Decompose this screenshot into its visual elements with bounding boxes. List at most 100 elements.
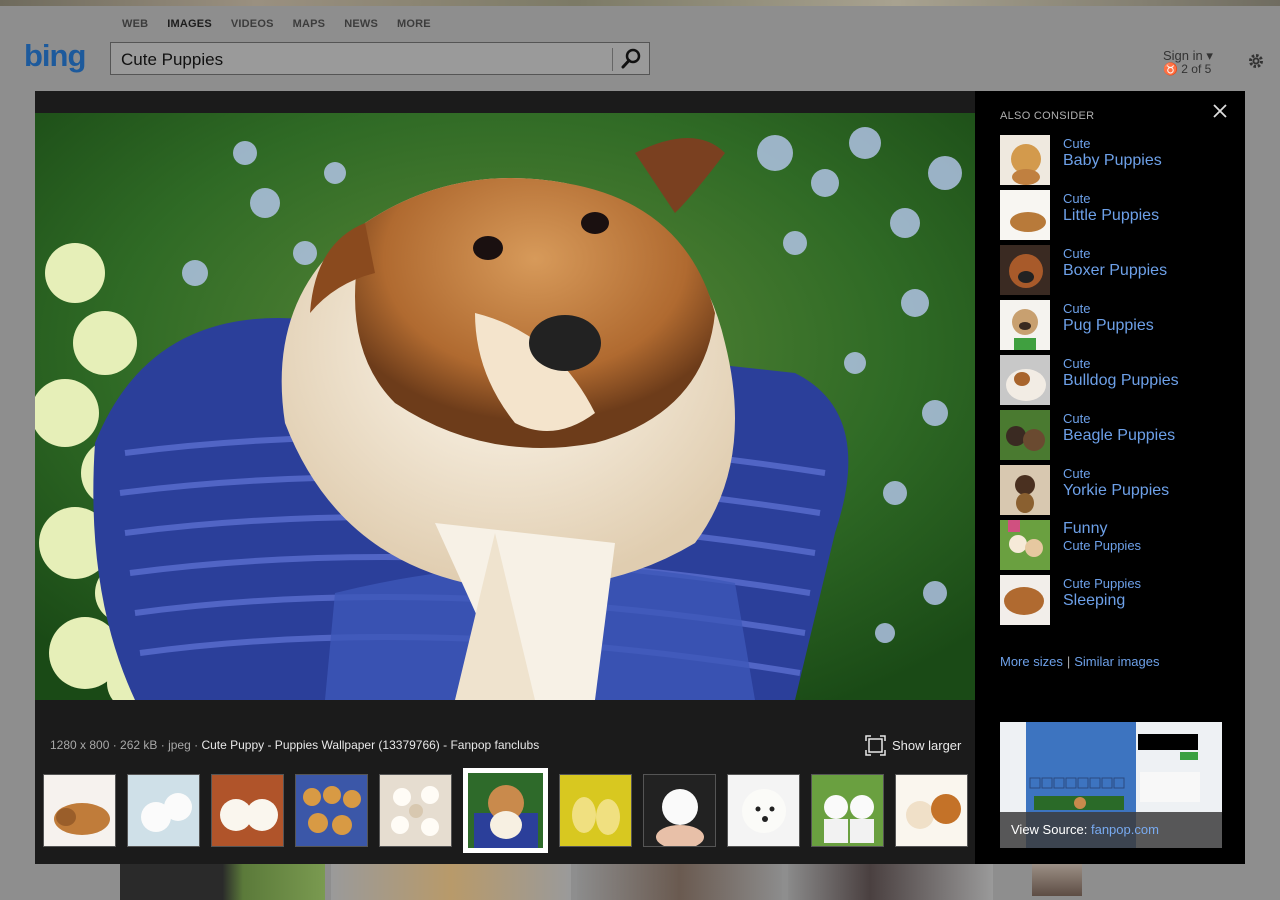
suggestion-image [1000, 355, 1050, 405]
search-icon [621, 48, 641, 68]
view-source-label: View Source: [1011, 822, 1088, 837]
suggestion-image [1000, 190, 1050, 240]
suggestion-text: Cute Baby Puppies [1063, 136, 1162, 169]
suggestion-item[interactable]: Cute Pug Puppies [1000, 300, 1179, 355]
suggestion-item[interactable]: Cute Puppies Sleeping [1000, 575, 1179, 630]
main-image[interactable] [35, 113, 975, 700]
view-source-caption: View Source: fanpop.com [1000, 812, 1222, 848]
puppy-photo [35, 113, 975, 700]
thumbnail-image [296, 775, 367, 846]
more-sizes-link[interactable]: More sizes [1000, 654, 1063, 669]
source-preview[interactable]: View Source: fanpop.com [1000, 722, 1222, 848]
source-domain-link[interactable]: fanpop.com [1091, 822, 1159, 837]
image-viewer: 1280 x 800 · 262 kB · jpeg · Cute Puppy … [35, 91, 975, 864]
expand-icon [865, 735, 886, 756]
bg-result-image[interactable] [331, 862, 571, 900]
thumbnail[interactable] [127, 774, 200, 847]
links-separator: | [1066, 654, 1071, 669]
settings-button[interactable] [1247, 52, 1265, 75]
nav-videos[interactable]: VIDEOS [231, 18, 274, 30]
thumbnail-image [644, 775, 715, 846]
suggestion-item[interactable]: Cute Beagle Puppies [1000, 410, 1179, 465]
thumbnail-image [728, 775, 799, 846]
suggestion-text: Cute Bulldog Puppies [1063, 356, 1179, 389]
suggestion-thumbnail [1000, 190, 1050, 240]
suggestion-thumbnail [1000, 465, 1050, 515]
suggestion-item[interactable]: Cute Little Puppies [1000, 190, 1179, 245]
image-detail-overlay: 1280 x 800 · 262 kB · jpeg · Cute Puppy … [35, 91, 1245, 864]
bg-result-image[interactable] [1032, 862, 1082, 896]
background-results [120, 862, 993, 900]
nav-more[interactable]: MORE [397, 18, 431, 30]
search-button[interactable] [613, 43, 649, 74]
thumbnail-image [380, 775, 451, 846]
bg-result-image[interactable] [788, 862, 993, 900]
bg-result-image[interactable] [577, 862, 782, 900]
suggestion-item[interactable]: Cute Yorkie Puppies [1000, 465, 1179, 520]
suggestion-text: Cute Yorkie Puppies [1063, 466, 1170, 499]
image-info: 1280 x 800 · 262 kB · jpeg · Cute Puppy … [50, 738, 539, 752]
thumbnail[interactable] [295, 774, 368, 847]
suggestion-thumbnail [1000, 355, 1050, 405]
nav-web[interactable]: WEB [122, 18, 148, 30]
thumbnail-image [468, 773, 543, 848]
thumbnail-strip [43, 768, 968, 853]
image-title-link[interactable]: Cute Puppy - Puppies Wallpaper (13379766… [201, 738, 539, 752]
rewards-icon: ♉ [1163, 62, 1178, 76]
suggestion-item[interactable]: Cute Bulldog Puppies [1000, 355, 1179, 410]
search-input[interactable] [119, 48, 613, 72]
rewards-count-text: 2 of 5 [1181, 62, 1212, 76]
thumbnail-image [812, 775, 883, 846]
also-consider-heading: ALSO CONSIDER [1000, 110, 1095, 122]
top-nav: WEB IMAGES VIDEOS MAPS NEWS MORE [122, 18, 431, 30]
suggestion-image [1000, 300, 1050, 350]
suggestion-image [1000, 410, 1050, 460]
suggestion-thumbnail [1000, 245, 1050, 295]
suggestion-image [1000, 135, 1050, 185]
suggestion-thumbnail [1000, 135, 1050, 185]
suggestion-thumbnail [1000, 575, 1050, 625]
thumbnail-image [896, 775, 967, 846]
related-sidebar: ALSO CONSIDER Cute Baby Puppies Cute Littl… [975, 91, 1245, 864]
thumbnail[interactable] [379, 774, 452, 847]
thumbnail[interactable] [727, 774, 800, 847]
suggestion-text: Cute Pug Puppies [1063, 301, 1154, 334]
rewards-count[interactable]: ♉ 2 of 5 [1163, 62, 1211, 76]
suggestion-text: Cute Boxer Puppies [1063, 246, 1168, 279]
gear-icon [1249, 54, 1263, 68]
thumbnail[interactable] [43, 774, 116, 847]
close-button[interactable] [1213, 104, 1227, 123]
suggestion-text: Funny Cute Puppies [1063, 520, 1142, 554]
show-larger-label: Show larger [892, 738, 962, 753]
nav-maps[interactable]: MAPS [293, 18, 326, 30]
thumbnail[interactable] [895, 774, 968, 847]
thumbnail-image [560, 775, 631, 846]
suggestion-thumbnail [1000, 300, 1050, 350]
similar-images-link[interactable]: Similar images [1074, 654, 1159, 669]
suggestion-thumbnail [1000, 520, 1050, 570]
suggestion-text: Cute Little Puppies [1063, 191, 1160, 224]
thumbnail[interactable] [211, 774, 284, 847]
nav-images[interactable]: IMAGES [167, 18, 212, 30]
image-meta: 1280 x 800 · 262 kB · jpeg · [50, 738, 202, 752]
thumbnail-image [128, 775, 199, 846]
suggestion-item[interactable]: Cute Baby Puppies [1000, 135, 1179, 190]
suggestion-item[interactable]: Cute Boxer Puppies [1000, 245, 1179, 300]
thumbnail[interactable] [559, 774, 632, 847]
thumbnail-image [212, 775, 283, 846]
thumbnail-selected[interactable] [463, 768, 548, 853]
suggestion-item[interactable]: Funny Cute Puppies [1000, 520, 1179, 575]
suggestion-image [1000, 520, 1050, 570]
search-box [110, 42, 650, 75]
thumbnail[interactable] [643, 774, 716, 847]
bing-logo[interactable]: bing [24, 38, 86, 74]
show-larger-button[interactable]: Show larger [865, 735, 961, 756]
suggestion-image [1000, 245, 1050, 295]
suggestion-image [1000, 575, 1050, 625]
nav-news[interactable]: NEWS [344, 18, 378, 30]
suggestion-text: Cute Beagle Puppies [1063, 411, 1176, 444]
suggestion-text: Cute Puppies Sleeping [1063, 576, 1142, 609]
thumbnail[interactable] [811, 774, 884, 847]
bg-result-image[interactable] [120, 862, 325, 900]
suggestion-image [1000, 465, 1050, 515]
